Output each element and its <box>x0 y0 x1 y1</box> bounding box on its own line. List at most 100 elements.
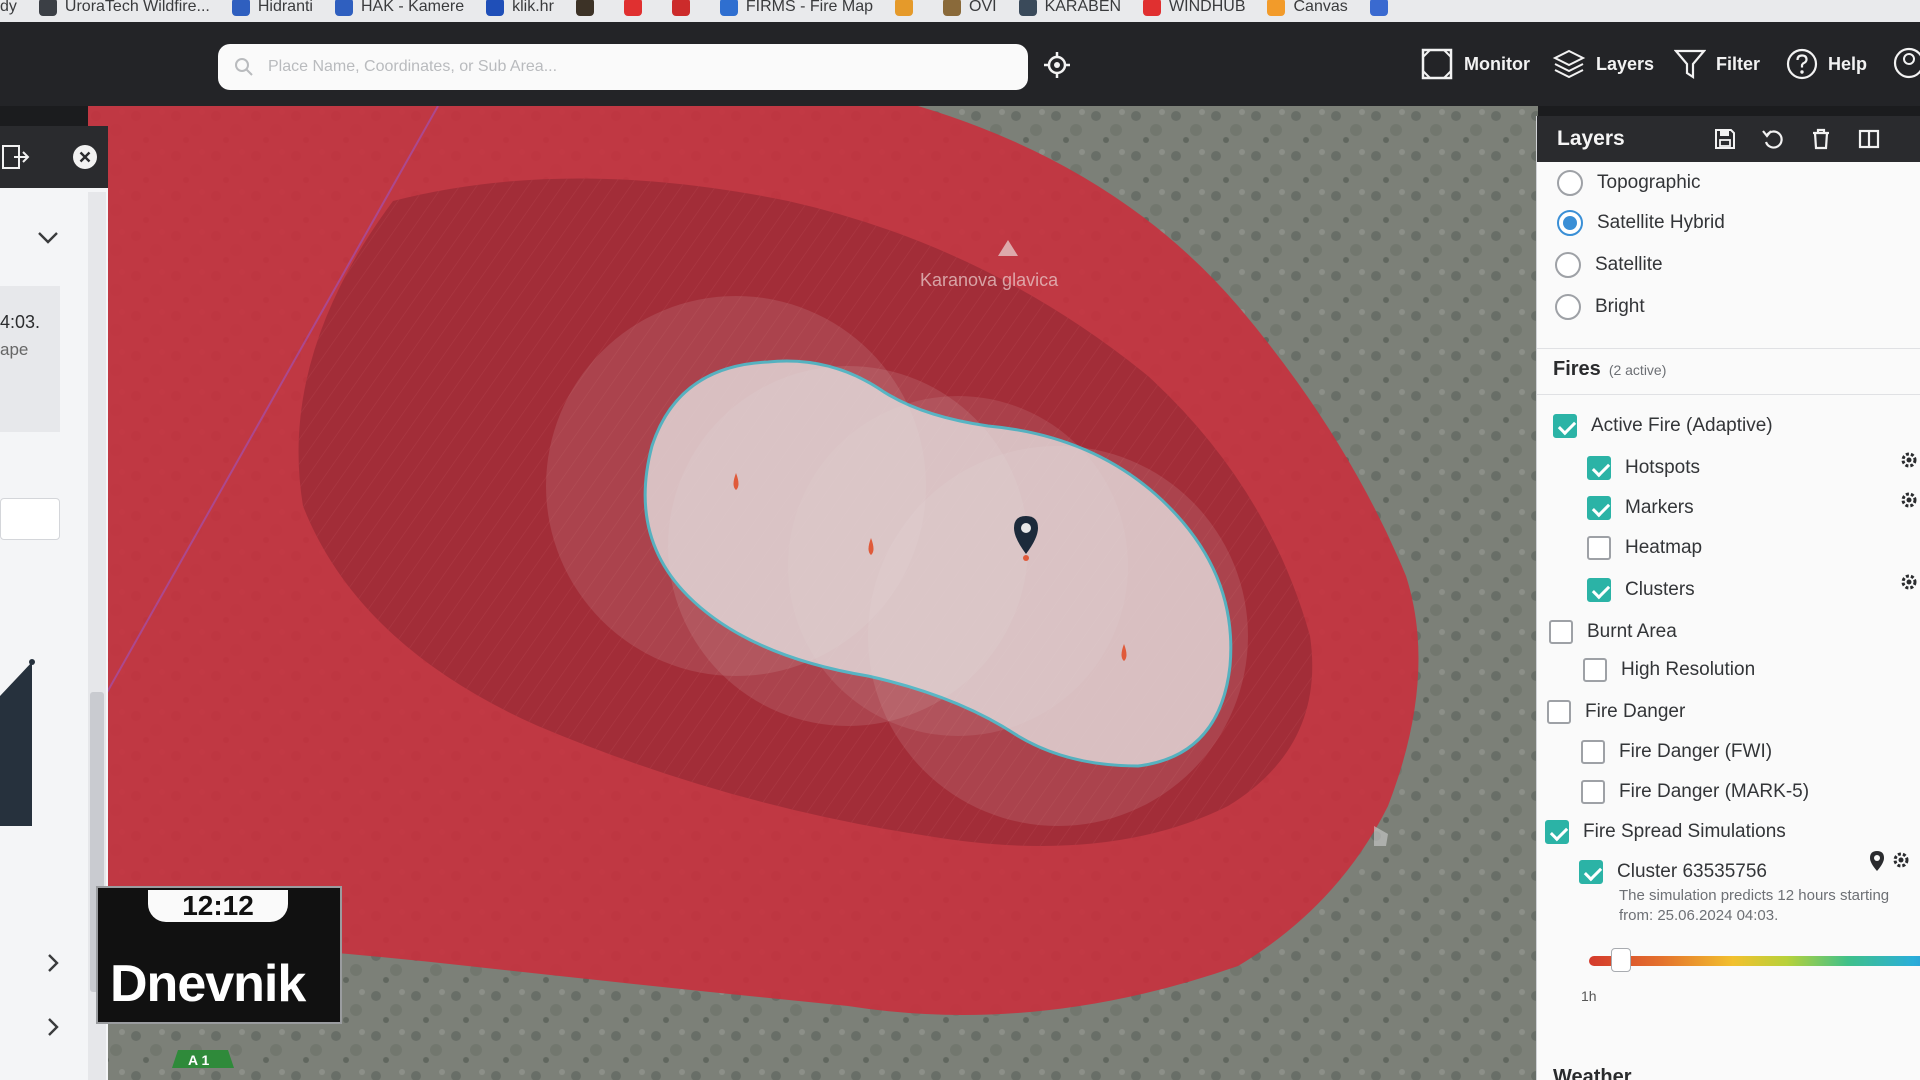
basemap-satellite[interactable]: Satellite <box>1555 252 1663 278</box>
tv-channel-name: Dnevnik <box>110 955 306 1013</box>
bookmark-item[interactable] <box>895 0 921 16</box>
chevron-down-icon[interactable] <box>36 230 60 246</box>
bookmark-item[interactable] <box>575 0 602 16</box>
app-toolbar: Monitor Layers Filter Help <box>0 22 1920 106</box>
bookmark-item[interactable]: WINDHUB <box>1143 0 1245 16</box>
bookmark-favicon-icon <box>38 0 57 16</box>
left-panel-subtext: ape <box>0 340 29 359</box>
undo-icon[interactable] <box>1761 127 1785 151</box>
checkbox[interactable] <box>1581 780 1605 804</box>
bookmark-item[interactable] <box>671 0 698 16</box>
search-icon <box>235 58 253 76</box>
bookmark-favicon-icon <box>575 0 594 16</box>
left-panel-input[interactable] <box>0 498 60 540</box>
bookmark-item[interactable]: klik.hr <box>486 0 554 16</box>
divider <box>1537 394 1920 395</box>
monitor-icon <box>1421 48 1453 80</box>
slider-thumb[interactable] <box>1611 948 1631 972</box>
layer-cluster[interactable]: Cluster 63535756 <box>1579 860 1767 884</box>
layer-high-resolution[interactable]: High Resolution <box>1583 658 1755 682</box>
bookmark-item[interactable]: Canvas <box>1267 0 1348 16</box>
bookmark-item[interactable]: OVI <box>943 0 997 16</box>
layer-markers[interactable]: Markers <box>1587 496 1694 520</box>
fires-section-title: Fires (2 active) <box>1553 358 1667 380</box>
export-icon[interactable] <box>0 142 30 172</box>
bookmark-item[interactable]: dy <box>0 0 17 16</box>
basemap-radio[interactable] <box>1555 252 1581 278</box>
basemap-radio[interactable] <box>1557 210 1583 236</box>
bookmarks-bar: dy UroraTech Wildfire... Hidranti HAK - Kam… <box>0 0 1920 22</box>
monitor-button[interactable]: Monitor <box>1420 44 1530 84</box>
search-input[interactable] <box>268 58 1028 76</box>
simulation-time-slider[interactable] <box>1589 956 1920 966</box>
bookmark-favicon-icon <box>334 0 353 16</box>
layer-clusters[interactable]: Clusters <box>1587 578 1695 602</box>
bookmark-favicon-icon <box>1143 0 1162 16</box>
checkbox[interactable] <box>1547 700 1571 724</box>
layer-fire-danger[interactable]: Fire Danger <box>1547 700 1685 724</box>
checkbox[interactable] <box>1587 496 1611 520</box>
simulation-note: The simulation predicts 12 hours startin… <box>1619 887 1890 924</box>
save-icon[interactable] <box>1713 127 1737 151</box>
help-button[interactable]: Help <box>1786 44 1867 84</box>
layer-heatmap[interactable]: Heatmap <box>1587 536 1702 560</box>
basemap-radio[interactable] <box>1555 294 1581 320</box>
checkbox[interactable] <box>1553 414 1577 438</box>
bookmark-item[interactable]: UroraTech Wildfire... <box>38 0 210 16</box>
bookmark-item[interactable]: HAK - Kamere <box>334 0 464 16</box>
basemap-radio[interactable] <box>1557 170 1583 196</box>
bookmark-item[interactable]: Hidranti <box>231 0 313 16</box>
layer-burnt-area[interactable]: Burnt Area <box>1549 620 1677 644</box>
checkbox[interactable] <box>1549 620 1573 644</box>
map-pin-icon[interactable] <box>1869 850 1885 872</box>
basemap-bright[interactable]: Bright <box>1555 294 1645 320</box>
divider <box>1537 348 1920 349</box>
left-panel-header <box>0 126 108 188</box>
gear-icon[interactable] <box>1899 490 1919 510</box>
checkbox[interactable] <box>1587 456 1611 480</box>
bookmark-item[interactable]: KARABEN <box>1018 0 1121 16</box>
search-bar[interactable] <box>218 44 1028 90</box>
checkbox[interactable] <box>1587 578 1611 602</box>
gear-icon[interactable] <box>1891 850 1911 870</box>
bookmark-item[interactable]: FIRMS - Fire Map <box>719 0 873 16</box>
mini-chart <box>0 659 35 826</box>
close-icon[interactable] <box>72 144 98 170</box>
layer-fire-danger-mark5[interactable]: Fire Danger (MARK-5) <box>1581 780 1809 804</box>
split-view-icon[interactable] <box>1857 127 1881 151</box>
checkbox[interactable] <box>1583 658 1607 682</box>
checkbox[interactable] <box>1581 740 1605 764</box>
layer-hotspots[interactable]: Hotspots <box>1587 456 1700 480</box>
layer-active-fire[interactable]: Active Fire (Adaptive) <box>1553 414 1773 438</box>
bookmark-favicon-icon <box>719 0 738 16</box>
weather-section-title: Weather <box>1553 1066 1632 1080</box>
locate-icon[interactable] <box>1042 50 1072 80</box>
filter-button[interactable]: Filter <box>1674 44 1760 84</box>
checkbox[interactable] <box>1579 860 1603 884</box>
slider-label: 1h <box>1581 988 1597 1004</box>
basemap-satellite-hybrid[interactable]: Satellite Hybrid <box>1557 210 1725 236</box>
layers-label: Layers <box>1596 53 1655 74</box>
layer-fire-danger-fwi[interactable]: Fire Danger (FWI) <box>1581 740 1772 764</box>
chevron-right-icon[interactable] <box>46 952 60 974</box>
gear-icon[interactable] <box>1899 450 1919 470</box>
layers-button[interactable]: Layers <box>1552 44 1654 84</box>
chevron-right-icon[interactable] <box>46 1016 60 1038</box>
bookmark-favicon-icon <box>671 0 690 16</box>
bookmark-favicon-icon <box>623 0 642 16</box>
gear-icon[interactable] <box>1899 572 1919 592</box>
monitor-label: Monitor <box>1464 53 1530 74</box>
checkbox[interactable] <box>1587 536 1611 560</box>
basemap-topographic[interactable]: Topographic <box>1557 170 1701 196</box>
user-icon[interactable] <box>1892 46 1920 80</box>
help-icon <box>1786 48 1818 80</box>
bookmark-item[interactable] <box>623 0 650 16</box>
layer-fire-spread-simulations[interactable]: Fire Spread Simulations <box>1545 820 1786 844</box>
bookmark-favicon-icon <box>486 0 505 16</box>
bookmark-item[interactable] <box>1369 0 1396 16</box>
layers-panel: Layers Topographic Satellite Hybrid Sate… <box>1536 116 1920 1080</box>
checkbox[interactable] <box>1545 820 1569 844</box>
bookmark-favicon-icon <box>1018 0 1037 16</box>
trash-icon[interactable] <box>1809 127 1833 151</box>
bookmark-favicon-icon <box>1267 0 1286 16</box>
